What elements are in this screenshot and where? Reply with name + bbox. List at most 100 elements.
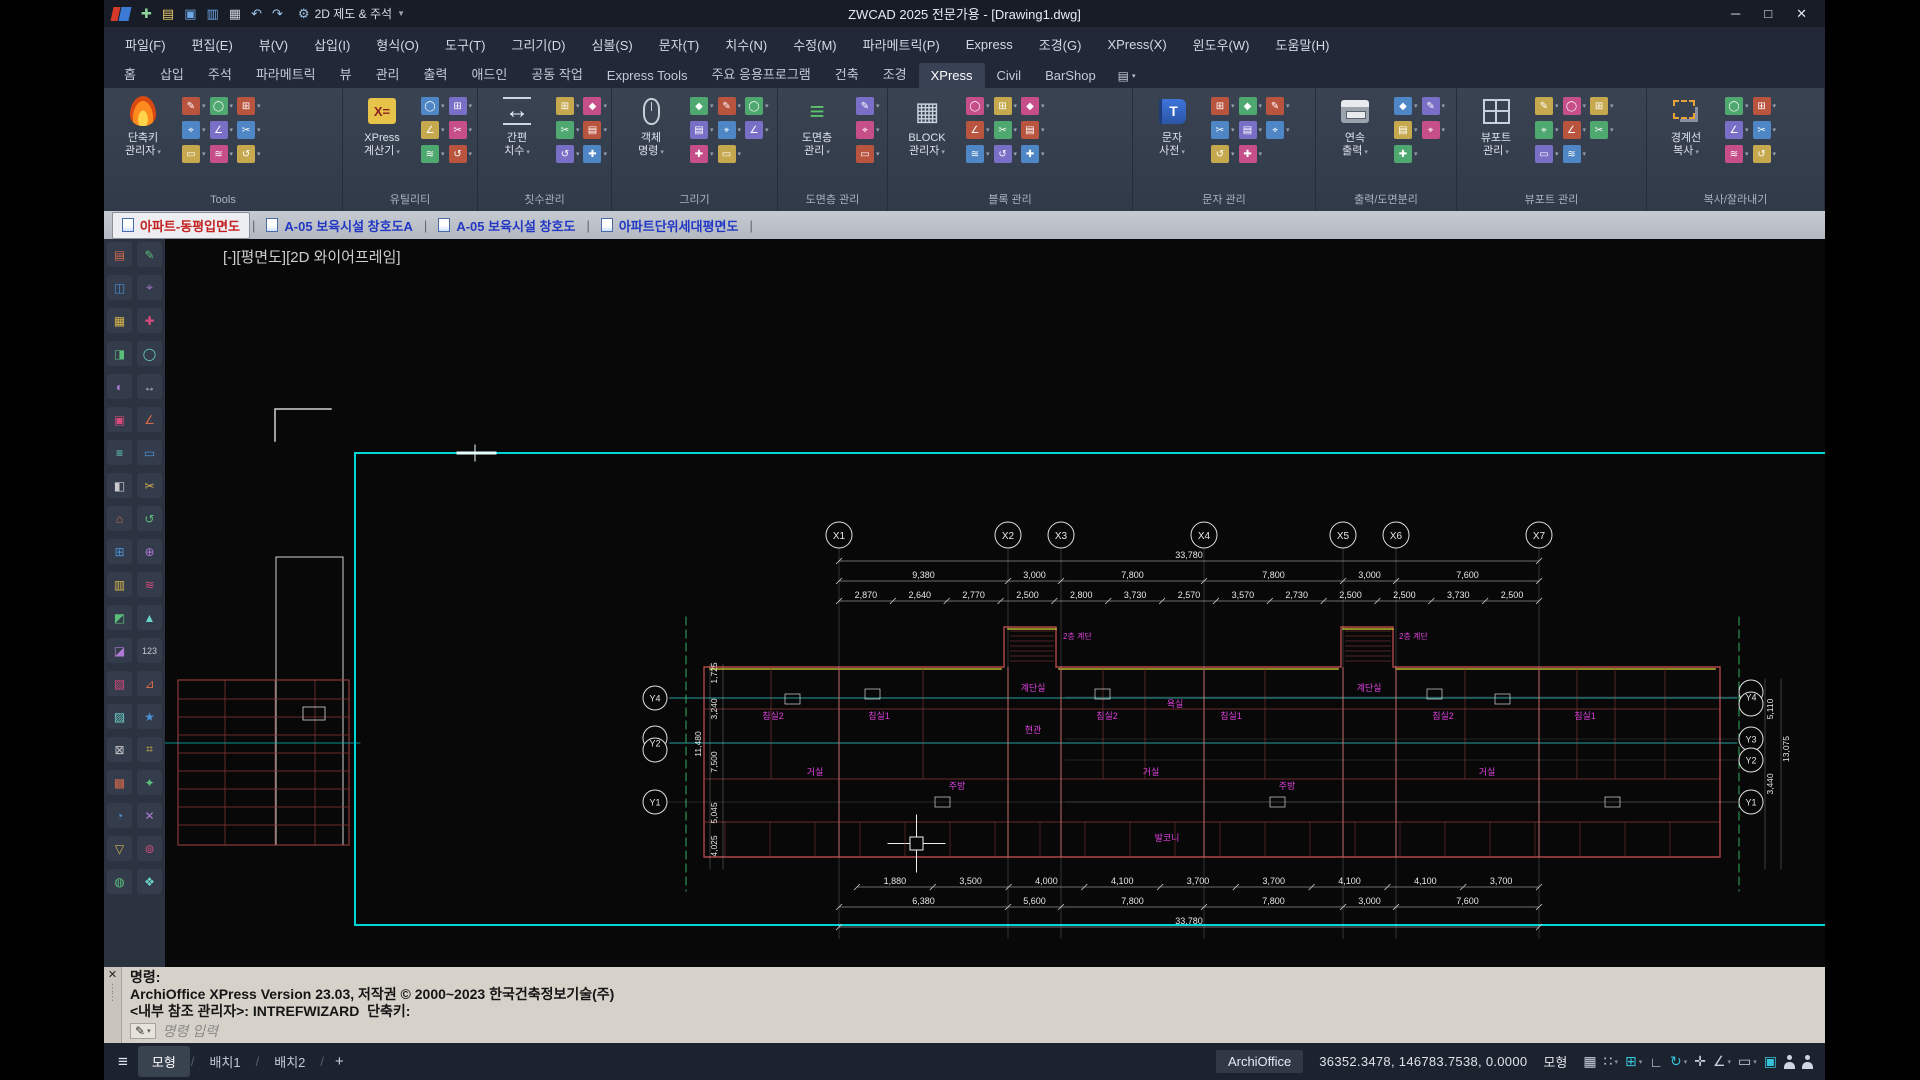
menu-문자(T)[interactable]: 문자(T) xyxy=(646,29,713,60)
small-tool-icon[interactable]: ⌖▾ xyxy=(1422,119,1446,141)
small-tool-icon[interactable]: ✚▾ xyxy=(1239,143,1263,165)
angle-icon[interactable]: ∠▾ xyxy=(1713,1053,1731,1070)
minimize-button[interactable]: ─ xyxy=(1719,4,1752,24)
small-tool-icon[interactable]: ✎▾ xyxy=(182,95,206,117)
menu-윈도우(W)[interactable]: 윈도우(W) xyxy=(1180,29,1263,60)
small-tool-icon[interactable]: ⊞▾ xyxy=(449,95,473,117)
small-tool-icon[interactable]: ▭▾ xyxy=(1535,143,1559,165)
side-tool-icon[interactable]: ❖ xyxy=(137,869,162,894)
polar-tracking-icon[interactable]: ∟ xyxy=(1649,1054,1663,1070)
big-button-경계선복사[interactable]: 경계선복사▾ xyxy=(1653,93,1719,159)
menu-형식(O)[interactable]: 형식(O) xyxy=(363,29,432,60)
app-logo-icon[interactable] xyxy=(112,7,130,21)
side-tool-icon[interactable]: ≋ xyxy=(137,572,162,597)
small-tool-icon[interactable]: ↺▾ xyxy=(1753,143,1777,165)
command-prompt-icon[interactable]: ✎▾ xyxy=(130,1023,156,1039)
close-icon[interactable]: ✕ xyxy=(108,968,117,982)
document-tab-2[interactable]: A-05 보육시설 창호도A xyxy=(257,213,422,238)
new-icon[interactable]: ✚ xyxy=(136,6,157,22)
ribbon-tab-뷰[interactable]: 뷰 xyxy=(328,59,364,88)
side-tool-icon[interactable]: ✦ xyxy=(137,770,162,795)
osnap-icon[interactable]: ✛ xyxy=(1694,1053,1706,1070)
small-tool-icon[interactable]: ⊞▾ xyxy=(556,95,580,117)
side-tool-icon[interactable]: ∠ xyxy=(137,407,162,432)
big-button-간편치수[interactable]: ↔간편치수▾ xyxy=(484,93,550,159)
drawing-canvas[interactable]: X1X2X3X4X5X6X7Y4Y2Y1Y4Y3Y2Y133,7809,3803… xyxy=(165,239,1825,967)
side-tool-icon[interactable]: ⊞ xyxy=(107,539,132,564)
small-tool-icon[interactable]: ✂▾ xyxy=(1211,119,1235,141)
small-tool-icon[interactable]: ↺▾ xyxy=(237,143,261,165)
save-icon[interactable]: ▣ xyxy=(179,6,201,22)
small-tool-icon[interactable]: ✚▾ xyxy=(1394,143,1418,165)
ribbon-tab-BarShop[interactable]: BarShop xyxy=(1033,63,1108,88)
small-tool-icon[interactable]: ✚▾ xyxy=(1021,143,1045,165)
side-tool-icon[interactable]: ◩ xyxy=(107,605,132,630)
annotation-icon[interactable]: ▣ xyxy=(1764,1053,1777,1070)
big-button-XPress계산기[interactable]: X=XPress계산기▾ xyxy=(349,93,415,159)
side-tool-icon[interactable]: ▣ xyxy=(107,407,132,432)
small-tool-icon[interactable]: ∠▾ xyxy=(745,119,769,141)
side-tool-icon[interactable]: ▲ xyxy=(137,605,162,630)
side-tool-icon[interactable]: ✂ xyxy=(137,473,162,498)
small-tool-icon[interactable]: ≋▾ xyxy=(210,143,234,165)
menu-수정(M)[interactable]: 수정(M) xyxy=(780,29,849,60)
side-tool-icon[interactable]: ⊿ xyxy=(137,671,162,696)
small-tool-icon[interactable]: ✚▾ xyxy=(583,143,607,165)
small-tool-icon[interactable]: ✎▾ xyxy=(1266,95,1290,117)
small-tool-icon[interactable]: ∠▾ xyxy=(210,119,234,141)
small-tool-icon[interactable]: ✂▾ xyxy=(556,119,580,141)
small-tool-icon[interactable]: ⌖▾ xyxy=(1535,119,1559,141)
side-tool-icon[interactable]: ⌖ xyxy=(137,275,162,300)
small-tool-icon[interactable]: ▭▾ xyxy=(856,143,880,165)
side-tool-icon[interactable]: ▭ xyxy=(137,440,162,465)
menu-삽입(I)[interactable]: 삽입(I) xyxy=(301,29,363,60)
layout-tab-배치2[interactable]: 배치2 xyxy=(260,1046,319,1077)
side-tool-icon[interactable]: ↺ xyxy=(137,506,162,531)
small-tool-icon[interactable]: ✂▾ xyxy=(994,119,1018,141)
side-tool-icon[interactable]: ◪ xyxy=(107,638,132,663)
menu-도움말(H)[interactable]: 도움말(H) xyxy=(1262,29,1342,60)
menu-도구(T)[interactable]: 도구(T) xyxy=(432,29,499,60)
side-tool-icon[interactable]: ▽ xyxy=(107,836,132,861)
close-button[interactable]: ✕ xyxy=(1784,4,1819,24)
small-tool-icon[interactable]: ✎▾ xyxy=(1422,95,1446,117)
menu-파일(F)[interactable]: 파일(F) xyxy=(112,29,179,60)
side-tool-icon[interactable]: ◐ xyxy=(107,374,132,399)
small-tool-icon[interactable]: ◆▾ xyxy=(690,95,714,117)
undo-icon[interactable]: ↶ xyxy=(246,6,267,22)
small-tool-icon[interactable]: ≋▾ xyxy=(966,143,990,165)
side-tool-icon[interactable]: ✎ xyxy=(137,242,162,267)
side-tool-icon[interactable]: ◔ xyxy=(107,803,132,828)
menu-icon[interactable]: ≡ xyxy=(116,1052,138,1072)
big-button-연속출력[interactable]: 연속출력▾ xyxy=(1322,93,1388,159)
ribbon-tab-애드인[interactable]: 애드인 xyxy=(459,59,519,88)
menu-파라메트릭(P)[interactable]: 파라메트릭(P) xyxy=(850,29,953,60)
small-tool-icon[interactable]: ∠▾ xyxy=(966,119,990,141)
dynamic-ucs-icon[interactable]: ↻▾ xyxy=(1670,1053,1687,1070)
menu-XPress(X)[interactable]: XPress(X) xyxy=(1094,31,1179,58)
ortho-icon[interactable]: ⊞▾ xyxy=(1625,1053,1642,1070)
small-tool-icon[interactable]: ⌖▾ xyxy=(718,119,742,141)
ribbon-tab-출력[interactable]: 출력 xyxy=(412,59,460,88)
small-tool-icon[interactable]: ▭▾ xyxy=(182,143,206,165)
ribbon-tab-Express Tools[interactable]: Express Tools xyxy=(595,63,700,88)
redo-icon[interactable]: ↷ xyxy=(267,6,288,22)
small-tool-icon[interactable]: ▤▾ xyxy=(1239,119,1263,141)
small-tool-icon[interactable]: ⊞▾ xyxy=(1753,95,1777,117)
menu-뷰(V)[interactable]: 뷰(V) xyxy=(246,29,301,60)
ribbon-tab-XPress[interactable]: XPress xyxy=(919,63,985,88)
small-tool-icon[interactable]: ◯▾ xyxy=(421,95,445,117)
ribbon-tab-삽입[interactable]: 삽입 xyxy=(148,59,196,88)
small-tool-icon[interactable]: ⊞▾ xyxy=(1211,95,1235,117)
side-tool-icon[interactable]: ◯ xyxy=(137,341,162,366)
ribbon-tab-Civil[interactable]: Civil xyxy=(985,63,1034,88)
side-tool-icon[interactable]: ▤ xyxy=(107,242,132,267)
small-tool-icon[interactable]: ∠▾ xyxy=(1563,119,1587,141)
layout-tab-모형[interactable]: 모형 xyxy=(138,1046,190,1077)
side-tool-icon[interactable]: 123 xyxy=(137,638,162,663)
ribbon-tab-파라메트릭[interactable]: 파라메트릭 xyxy=(244,59,328,88)
add-layout-button[interactable]: + xyxy=(325,1053,354,1070)
archioffice-button[interactable]: ArchiOffice xyxy=(1216,1050,1303,1073)
side-tool-icon[interactable]: ▩ xyxy=(107,770,132,795)
big-button-문자사전[interactable]: T문자사전▾ xyxy=(1139,93,1205,159)
